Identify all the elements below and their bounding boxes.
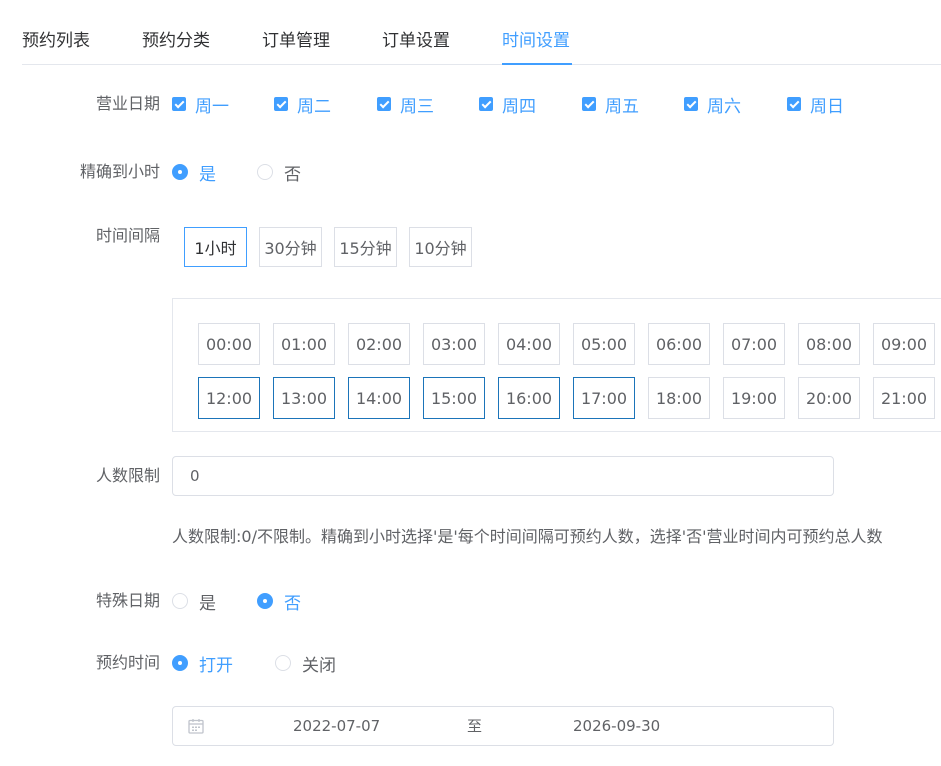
special-date-yes-radio[interactable]: 是: [172, 591, 216, 614]
time-slot-button[interactable]: 20:00: [798, 377, 860, 419]
business-day-label: 周六: [707, 96, 741, 117]
radio-unchecked-icon: [257, 164, 273, 180]
radio-checked-icon: [257, 593, 273, 609]
radio-label: 关闭: [302, 655, 336, 676]
interval-label: 时间间隔: [95, 226, 160, 245]
business-day-checkbox[interactable]: 周六: [684, 95, 741, 117]
time-slot-button[interactable]: 13:00: [273, 377, 335, 419]
booking-time-open-radio[interactable]: 打开: [172, 653, 233, 676]
calendar-icon: [188, 719, 204, 734]
time-slot-button[interactable]: 03:00: [423, 323, 485, 365]
time-slot-button[interactable]: 06:00: [648, 323, 710, 365]
precise-hour-yes-radio[interactable]: 是: [172, 162, 216, 185]
radio-label: 否: [284, 593, 301, 614]
tab-booking-list[interactable]: 预约列表: [22, 30, 90, 52]
business-day-checkbox[interactable]: 周五: [582, 95, 639, 117]
time-slot-button[interactable]: 05:00: [573, 323, 635, 365]
booking-time-close-radio[interactable]: 关闭: [275, 653, 336, 676]
radio-unchecked-icon: [275, 655, 291, 671]
interval-30m-button[interactable]: 30分钟: [259, 227, 322, 267]
people-limit-field[interactable]: [172, 456, 834, 496]
precise-hour-label: 精确到小时: [79, 162, 160, 181]
business-day-checkbox[interactable]: 周一: [172, 95, 229, 117]
radio-unchecked-icon: [172, 593, 188, 609]
booking-time-label: 预约时间: [95, 653, 160, 672]
special-date-label: 特殊日期: [95, 591, 160, 610]
radio-label: 是: [199, 593, 216, 614]
interval-15m-button[interactable]: 15分钟: [334, 227, 397, 267]
check-icon: [377, 97, 391, 111]
check-icon: [274, 97, 288, 111]
time-slot-button[interactable]: 12:00: [198, 377, 260, 419]
business-days-label: 营业日期: [95, 94, 160, 113]
date-range-separator: 至: [467, 717, 483, 735]
people-limit-hint: 人数限制:0/不限制。精确到小时选择'是'每个时间间隔可预约人数，选择'否'营业…: [172, 527, 883, 546]
check-icon: [787, 97, 801, 111]
interval-10m-button[interactable]: 10分钟: [409, 227, 472, 267]
check-icon: [582, 97, 596, 111]
business-day-label: 周一: [195, 96, 229, 117]
radio-label: 否: [284, 164, 301, 185]
people-limit-input[interactable]: [173, 457, 790, 495]
check-icon: [479, 97, 493, 111]
time-slot-button[interactable]: 21:00: [873, 377, 935, 419]
check-icon: [172, 97, 186, 111]
business-day-checkbox[interactable]: 周二: [274, 95, 331, 117]
tab-order-settings[interactable]: 订单设置: [382, 30, 450, 52]
check-icon: [684, 97, 698, 111]
business-day-checkbox[interactable]: 周四: [479, 95, 536, 117]
date-end-input[interactable]: 2026-09-30: [573, 716, 660, 736]
time-slot-button[interactable]: 08:00: [798, 323, 860, 365]
tab-time-settings[interactable]: 时间设置: [502, 30, 570, 52]
date-start-input[interactable]: 2022-07-07: [293, 716, 380, 736]
time-slot-button[interactable]: 04:00: [498, 323, 560, 365]
time-slot-button[interactable]: 01:00: [273, 323, 335, 365]
business-day-label: 周日: [810, 96, 844, 117]
active-tab-indicator: [502, 63, 572, 65]
time-slot-button[interactable]: 16:00: [498, 377, 560, 419]
time-slot-button[interactable]: 18:00: [648, 377, 710, 419]
radio-checked-icon: [172, 655, 188, 671]
people-limit-label: 人数限制: [95, 466, 160, 485]
business-day-checkbox[interactable]: 周日: [787, 95, 844, 117]
radio-label: 打开: [199, 655, 233, 676]
time-slot-button[interactable]: 07:00: [723, 323, 785, 365]
time-slot-button[interactable]: 17:00: [573, 377, 635, 419]
precise-hour-no-radio[interactable]: 否: [257, 162, 301, 185]
business-day-label: 周五: [605, 96, 639, 117]
business-day-checkbox[interactable]: 周三: [377, 95, 434, 117]
time-slot-button[interactable]: 15:00: [423, 377, 485, 419]
time-slot-button[interactable]: 09:00: [873, 323, 935, 365]
tab-booking-category[interactable]: 预约分类: [142, 30, 210, 52]
special-date-no-radio[interactable]: 否: [257, 591, 301, 614]
business-day-label: 周四: [502, 96, 536, 117]
radio-checked-icon: [172, 164, 188, 180]
time-slot-button[interactable]: 00:00: [198, 323, 260, 365]
time-slot-button[interactable]: 02:00: [348, 323, 410, 365]
business-day-label: 周二: [297, 96, 331, 117]
business-day-label: 周三: [400, 96, 434, 117]
date-range-picker[interactable]: 2022-07-07 至 2026-09-30: [172, 706, 834, 746]
tabs-divider: [22, 64, 941, 65]
interval-1h-button[interactable]: 1小时: [184, 227, 247, 267]
time-slot-button[interactable]: 14:00: [348, 377, 410, 419]
tab-order-management[interactable]: 订单管理: [262, 30, 330, 52]
time-slot-button[interactable]: 19:00: [723, 377, 785, 419]
radio-label: 是: [199, 164, 216, 185]
